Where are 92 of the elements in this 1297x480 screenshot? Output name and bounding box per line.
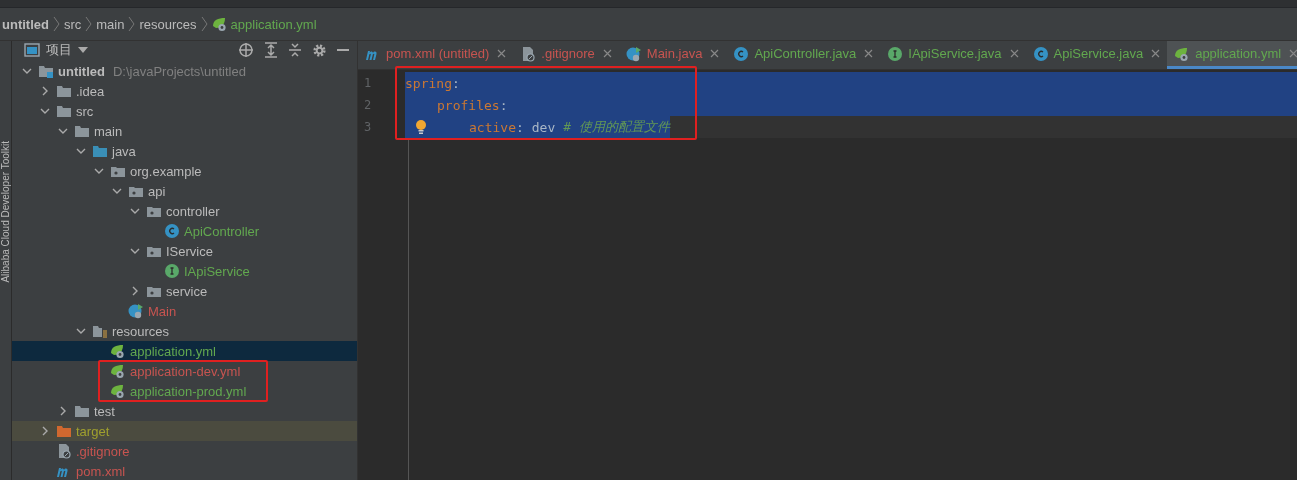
tree-item-label: IApiService: [184, 263, 250, 279]
close-icon[interactable]: [1009, 49, 1019, 58]
close-icon[interactable]: [710, 49, 720, 58]
tree-item-label: src: [76, 103, 94, 119]
tree-item[interactable]: resources: [12, 321, 357, 341]
tree-item[interactable]: controller: [12, 201, 357, 221]
editor-tab[interactable]: IApiService.java: [880, 41, 1026, 69]
leaf-gear-icon: [110, 343, 126, 359]
tree-item-label: main: [94, 123, 123, 139]
expand-all-icon[interactable]: [264, 42, 278, 58]
breadcrumb-item[interactable]: untitled: [2, 16, 49, 32]
tree-item[interactable]: org.example: [12, 161, 357, 181]
tree-item-label: test: [94, 403, 115, 419]
line-number: 3: [363, 119, 373, 136]
interface-icon: [164, 263, 180, 279]
close-icon[interactable]: [864, 49, 874, 58]
project-path: D:\javaProjects\untitled: [112, 63, 246, 79]
minimize-icon[interactable]: [337, 48, 349, 52]
tree-item-label: org.example: [130, 163, 202, 179]
tree-item-label: Main: [148, 303, 177, 319]
tree-item[interactable]: application-prod.yml: [12, 381, 357, 401]
tree-item-label: application.yml: [130, 343, 216, 359]
breadcrumb-separator-icon: [128, 16, 136, 32]
editor-tab[interactable]: application.yml: [1167, 41, 1297, 69]
interface-icon: [887, 45, 904, 62]
module-folder-icon: [38, 63, 54, 79]
resources-folder-icon: [92, 323, 108, 339]
tree-item[interactable]: .idea: [12, 81, 357, 101]
class-icon: [164, 223, 180, 239]
tree-item[interactable]: application.yml: [12, 341, 357, 361]
breadcrumb-separator-icon: [85, 16, 93, 32]
folder-icon: [74, 403, 90, 419]
target-icon[interactable]: [238, 42, 254, 58]
tree-item-label: IService: [166, 243, 213, 259]
tree-item-label: controller: [166, 203, 220, 219]
main-class-icon: [625, 45, 642, 62]
tree-item-label: ApiController: [184, 223, 260, 239]
caret-icon[interactable]: [78, 47, 88, 53]
close-icon[interactable]: [1151, 49, 1161, 58]
editor-tab[interactable]: ApiController.java: [726, 41, 881, 69]
tree-item-label: api: [148, 183, 166, 199]
tree-item[interactable]: ApiController: [12, 221, 357, 241]
settings-icon[interactable]: [312, 42, 327, 58]
tree-item-label: untitled: [58, 63, 105, 79]
tree-item-label: pom.xml: [76, 463, 126, 479]
tree-item[interactable]: IApiService: [12, 261, 357, 281]
tree-item[interactable]: test: [12, 401, 357, 421]
breadcrumb-item[interactable]: src: [63, 16, 82, 32]
folder-icon: [74, 123, 90, 139]
file-icon: [56, 443, 72, 459]
tree-item-label: .gitignore: [76, 443, 130, 459]
leaf-gear-icon: [211, 16, 228, 32]
tree-item[interactable]: main: [12, 121, 357, 141]
breadcrumb-item[interactable]: application.yml: [211, 16, 317, 32]
breadcrumb-item[interactable]: resources: [139, 16, 197, 32]
tree-item-label: .idea: [76, 83, 105, 99]
window-icon: [24, 43, 40, 57]
tree-item[interactable]: java: [12, 141, 357, 161]
close-icon[interactable]: [602, 49, 612, 58]
leaf-gear-icon: [110, 383, 126, 399]
tree-item[interactable]: untitled D:\javaProjects\untitled: [12, 61, 357, 81]
tree-item-label: application-dev.yml: [130, 363, 241, 379]
tree-item-label: resources: [112, 323, 170, 339]
tree-item[interactable]: IService: [12, 241, 357, 261]
folder-icon: [56, 83, 72, 99]
main-class-icon: [128, 303, 144, 319]
folder-icon: [56, 103, 72, 119]
close-icon[interactable]: [497, 49, 507, 58]
line-number: 2: [363, 97, 373, 114]
class-icon: [1032, 45, 1049, 62]
folder-icon: [92, 143, 108, 159]
breadcrumb-separator-icon: [52, 16, 60, 32]
leaf-gear-icon: [110, 363, 126, 379]
file-icon: [520, 45, 537, 62]
panel-title[interactable]: 项目: [46, 41, 72, 59]
lightbulb-icon[interactable]: [415, 119, 427, 135]
breadcrumb-separator-icon: [200, 16, 208, 32]
tree-item[interactable]: target: [12, 421, 357, 441]
tree-item[interactable]: service: [12, 281, 357, 301]
tree-item-label: java: [112, 143, 136, 159]
tree-item-label: application-prod.yml: [130, 383, 247, 399]
leaf-gear-icon: [1174, 45, 1191, 62]
collapse-all-icon[interactable]: [288, 42, 302, 58]
folder-icon: [56, 423, 72, 439]
editor-tab[interactable]: ApiService.java: [1025, 41, 1168, 69]
class-icon: [733, 45, 750, 62]
tree-item-label: target: [76, 423, 110, 439]
line-number: 1: [363, 75, 373, 92]
tree-item[interactable]: src: [12, 101, 357, 121]
tree-item[interactable]: api: [12, 181, 357, 201]
tree-item-label: service: [166, 283, 208, 299]
breadcrumb-item[interactable]: main: [96, 16, 125, 32]
